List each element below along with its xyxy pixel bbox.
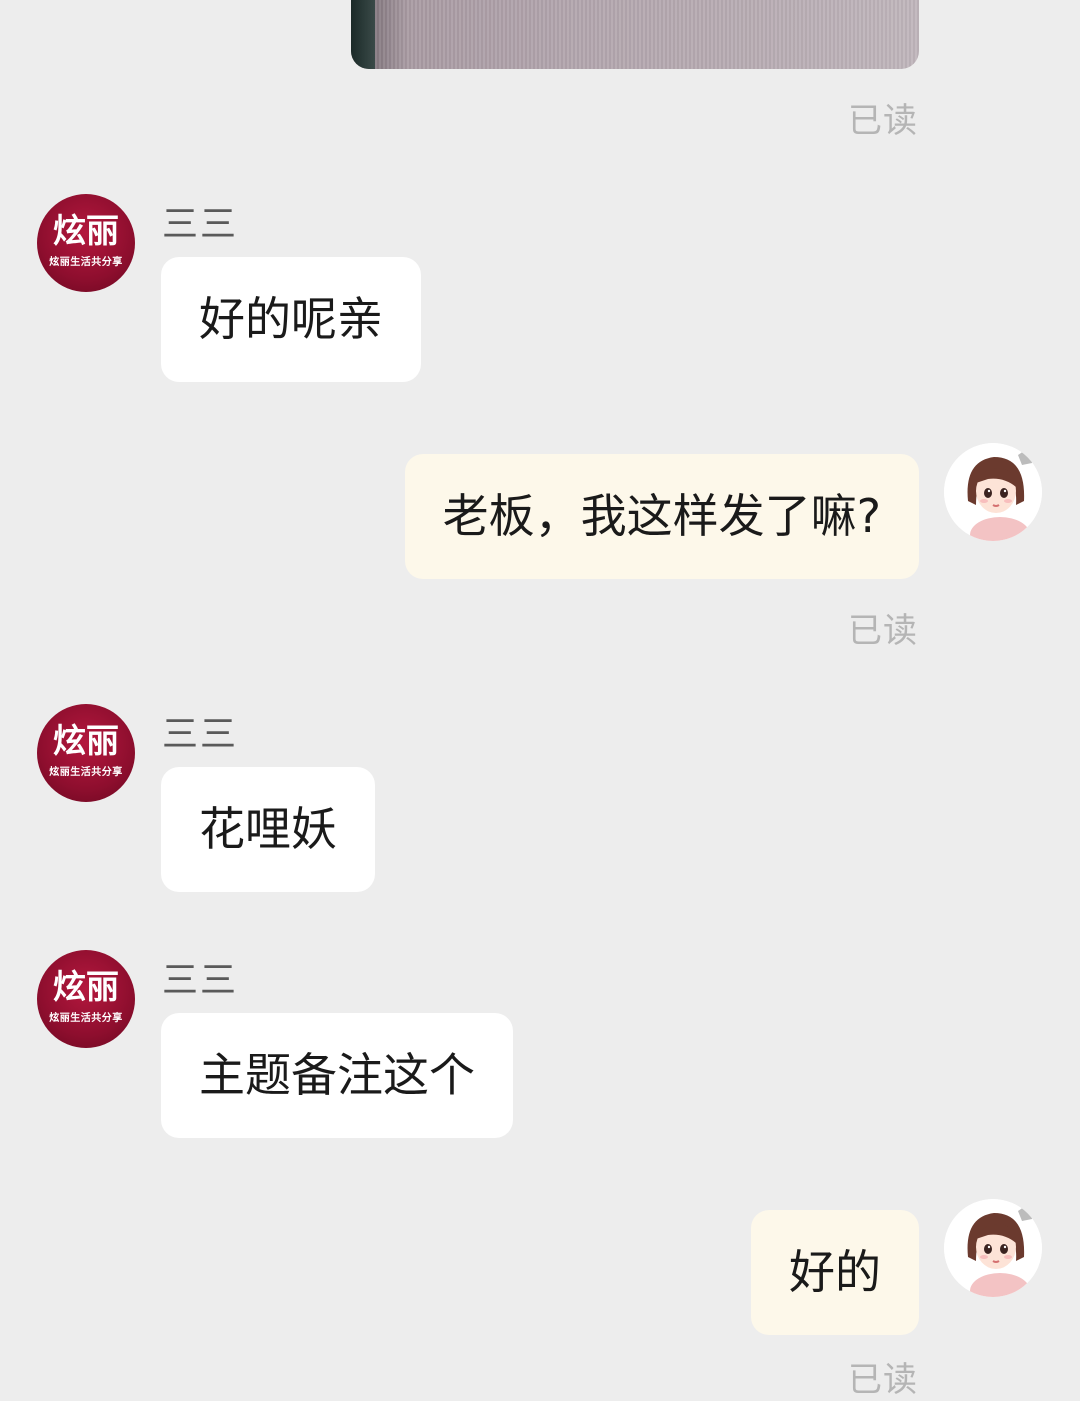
message-bubble[interactable]: 花哩妖 (161, 767, 375, 892)
sender-name: 三三 (162, 714, 239, 755)
sender-avatar[interactable]: 炫丽 炫丽生活共分享 (37, 194, 135, 292)
message-bubble[interactable]: 好的呢亲 (161, 257, 421, 382)
avatar-logo-text: 炫丽 (53, 721, 119, 760)
user-avatar[interactable] (944, 443, 1042, 541)
image-message[interactable] (351, 0, 919, 69)
read-status: 已读 (848, 611, 918, 651)
cartoon-girl-icon (944, 1199, 1042, 1297)
user-avatar[interactable] (944, 1199, 1042, 1297)
avatar-logo-subtext: 炫丽生活共分享 (49, 257, 123, 268)
sender-name: 三三 (162, 204, 239, 245)
sender-avatar[interactable]: 炫丽 炫丽生活共分享 (37, 704, 135, 802)
read-status: 已读 (848, 1360, 918, 1400)
read-status: 已读 (848, 101, 918, 141)
sender-avatar[interactable]: 炫丽 炫丽生活共分享 (37, 950, 135, 1048)
avatar-logo-subtext: 炫丽生活共分享 (49, 1013, 123, 1024)
avatar-logo-subtext: 炫丽生活共分享 (49, 767, 123, 778)
message-bubble[interactable]: 老板，我这样发了嘛? (404, 454, 919, 579)
cartoon-girl-icon (944, 443, 1042, 541)
image-edge (351, 0, 375, 69)
sender-name: 三三 (162, 960, 239, 1001)
avatar-logo-text: 炫丽 (53, 211, 119, 250)
message-bubble[interactable]: 主题备注这个 (161, 1013, 513, 1138)
message-bubble[interactable]: 好的 (751, 1210, 919, 1335)
avatar-logo-text: 炫丽 (53, 967, 119, 1006)
